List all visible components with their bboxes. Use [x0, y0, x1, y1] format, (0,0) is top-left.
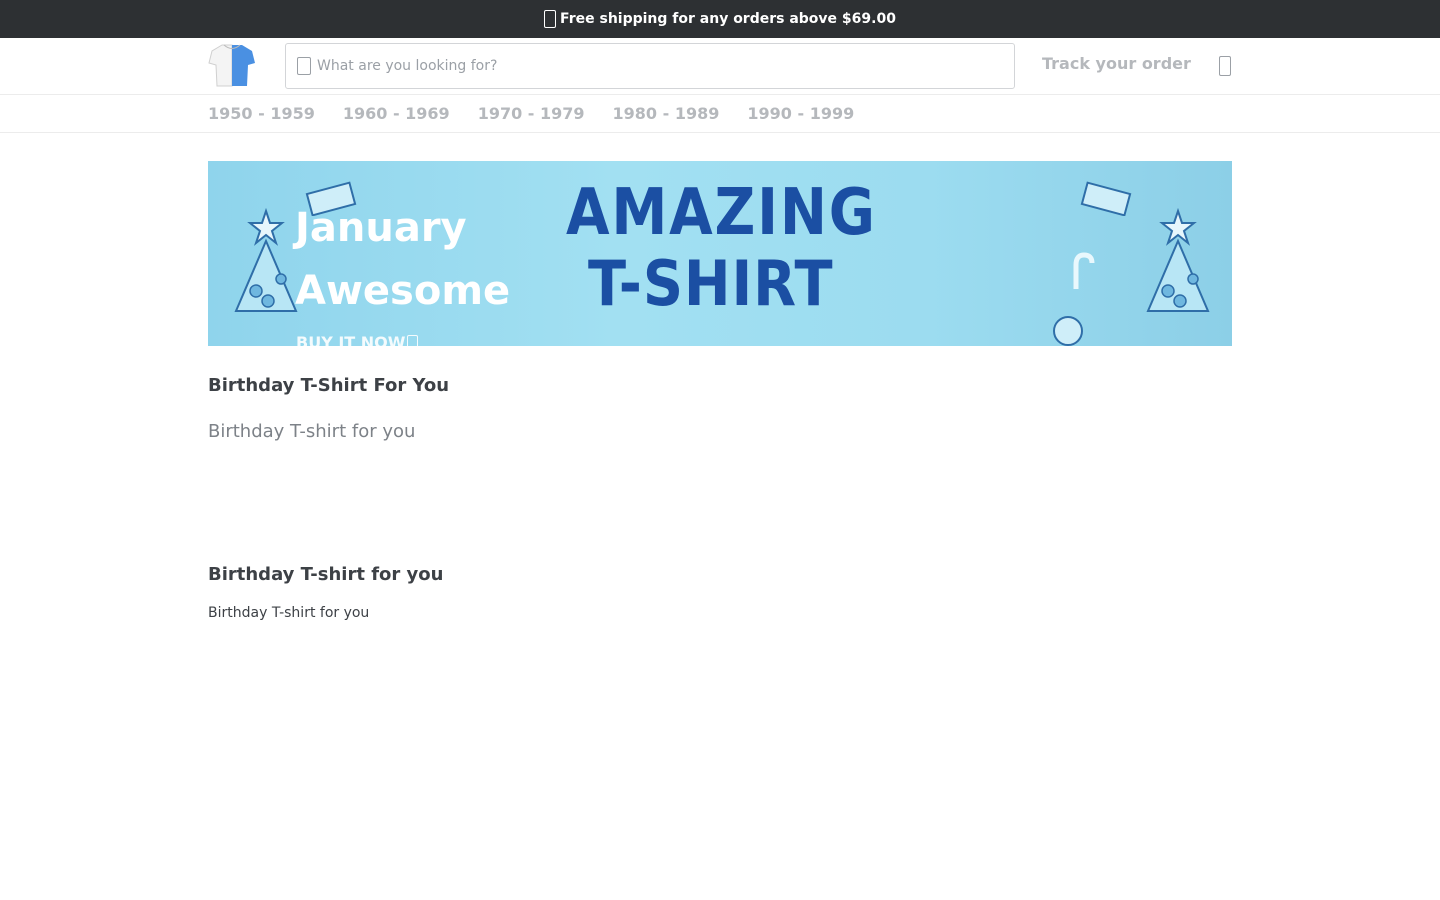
section-title: Birthday T-Shirt For You: [208, 375, 450, 396]
nav-item-1990s[interactable]: 1990 - 1999: [747, 104, 854, 123]
nav-item-1980s[interactable]: 1980 - 1989: [613, 104, 720, 123]
cart-icon[interactable]: [1219, 56, 1231, 76]
buy-now-button[interactable]: BUY IT NOW: [296, 333, 419, 346]
arrow-icon: [407, 335, 419, 346]
hero-banner[interactable]: AMAZING T-SHIRT January Awesome BUY IT N…: [208, 161, 1232, 346]
site-logo[interactable]: [208, 42, 256, 88]
content-heading: Birthday T-shirt for you: [208, 564, 444, 585]
search-box[interactable]: [285, 43, 1015, 89]
nav-item-1960s[interactable]: 1960 - 1969: [343, 104, 450, 123]
section-subtitle: Birthday T-shirt for you: [208, 421, 416, 442]
nav-item-1950s[interactable]: 1950 - 1959: [208, 104, 315, 123]
banner-title-line: Awesome: [295, 268, 511, 314]
search-icon[interactable]: [297, 57, 311, 75]
decade-nav: 1950 - 1959 1960 - 1969 1970 - 1979 1980…: [0, 95, 1440, 133]
track-order-link[interactable]: Track your order: [1042, 54, 1191, 73]
gift-icon: [1080, 181, 1132, 216]
site-header: Track your order: [0, 38, 1440, 95]
announcement-bar: Free shipping for any orders above $69.0…: [0, 0, 1440, 38]
search-input[interactable]: [317, 58, 957, 74]
banner-image-text: T-SHIRT: [588, 247, 834, 320]
banner-title: January Awesome: [295, 197, 510, 323]
tshirt-logo-icon: [208, 44, 255, 87]
candy-icon: [1053, 316, 1083, 346]
candy-cane-icon: [1073, 252, 1095, 289]
banner-title-line: January: [295, 205, 467, 251]
announcement-text: Free shipping for any orders above $69.0…: [560, 11, 896, 27]
buy-now-label: BUY IT NOW: [296, 333, 406, 346]
truck-icon: [544, 10, 557, 28]
nav-item-1970s[interactable]: 1970 - 1979: [478, 104, 585, 123]
content-paragraph: Birthday T-shirt for you: [208, 605, 370, 621]
christmas-tree-icon: [1146, 207, 1210, 312]
banner-image-text: AMAZING: [566, 176, 877, 250]
